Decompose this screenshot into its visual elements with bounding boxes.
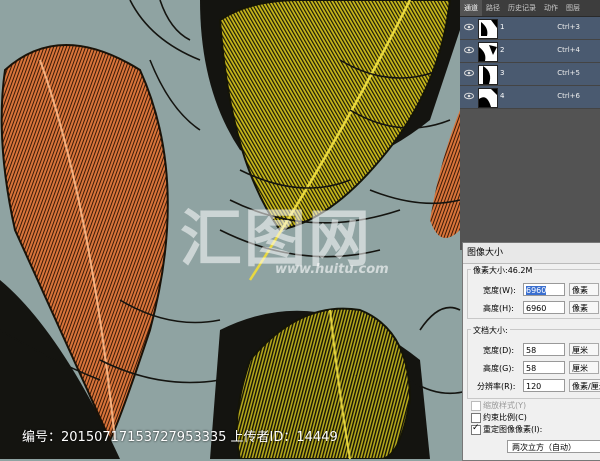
- doc-height-label: 高度(G):: [483, 364, 515, 373]
- channel-shortcut: Ctrl+6: [557, 92, 580, 100]
- channel-row[interactable]: 4 Ctrl+6: [460, 86, 600, 109]
- doc-width-unit-select[interactable]: 厘米: [569, 343, 599, 356]
- resample-method-select[interactable]: 两次立方（自动）: [507, 440, 600, 453]
- height-input[interactable]: 6960: [523, 301, 565, 314]
- tab-history[interactable]: 历史记录: [504, 0, 540, 16]
- scale-styles-checkbox[interactable]: [471, 401, 481, 411]
- resolution-input[interactable]: 120: [523, 379, 565, 392]
- height-unit-select[interactable]: 像素: [569, 301, 599, 314]
- image-size-dialog: 图像大小 像素大小:46.2M 宽度(W): 6960 像素 高度(H): 69…: [462, 242, 600, 461]
- scale-styles-label: 缩放样式(Y): [483, 401, 527, 410]
- resample-label: 重定图像像素(I):: [483, 425, 543, 434]
- height-label: 高度(H):: [483, 304, 514, 313]
- pixel-dims-label: 像素大小:46.2M: [471, 265, 535, 276]
- dialog-title: 图像大小: [463, 243, 600, 264]
- doc-height-unit-select[interactable]: 厘米: [569, 361, 599, 374]
- eye-icon[interactable]: [464, 23, 474, 31]
- watermark-url: www.huitu.com: [275, 262, 389, 277]
- doc-width-input[interactable]: 58: [523, 343, 565, 356]
- tab-layers[interactable]: 图层: [562, 0, 584, 16]
- eye-icon[interactable]: [464, 46, 474, 54]
- width-unit-select[interactable]: 像素: [569, 283, 599, 296]
- image-caption: 编号：20150717153727953335 上传者ID：14449: [22, 430, 338, 445]
- resolution-label: 分辨率(R):: [477, 382, 516, 391]
- eye-icon[interactable]: [464, 69, 474, 77]
- tab-actions[interactable]: 动作: [540, 0, 562, 16]
- channel-thumbnail: [478, 42, 498, 62]
- resolution-unit-select[interactable]: 像素/厘米: [569, 379, 600, 392]
- channel-name: 1: [500, 23, 505, 31]
- resample-checkbox[interactable]: [471, 423, 481, 435]
- channel-row[interactable]: 2 Ctrl+4: [460, 40, 600, 63]
- doc-width-label: 宽度(D):: [483, 346, 515, 355]
- tab-channels[interactable]: 通道: [460, 0, 482, 16]
- channel-name: 4: [500, 92, 505, 100]
- channel-name: 2: [500, 46, 505, 54]
- width-value: 6960: [526, 286, 547, 295]
- channel-thumbnail: [478, 88, 498, 108]
- width-input[interactable]: 6960: [523, 283, 565, 296]
- doc-size-label: 文档大小:: [471, 325, 510, 336]
- channel-shortcut: Ctrl+5: [557, 69, 580, 77]
- constrain-checkbox[interactable]: [471, 413, 481, 423]
- channel-thumbnail: [478, 19, 498, 39]
- channels-panel: 通道 路径 历史记录 动作 图层 1 Ctrl+3 2 Ctrl+4 3 Ctr…: [460, 0, 600, 250]
- channel-thumbnail: [478, 65, 498, 85]
- channel-shortcut: Ctrl+3: [557, 23, 580, 31]
- constrain-label: 约束比例(C): [483, 413, 527, 422]
- channel-name: 3: [500, 69, 505, 77]
- width-label: 宽度(W):: [483, 286, 516, 295]
- doc-height-input[interactable]: 58: [523, 361, 565, 374]
- panel-tabs: 通道 路径 历史记录 动作 图层: [460, 0, 600, 17]
- channel-shortcut: Ctrl+4: [557, 46, 580, 54]
- channel-row[interactable]: 3 Ctrl+5: [460, 63, 600, 86]
- eye-icon[interactable]: [464, 92, 474, 100]
- channel-row[interactable]: 1 Ctrl+3: [460, 17, 600, 40]
- tab-paths[interactable]: 路径: [482, 0, 504, 16]
